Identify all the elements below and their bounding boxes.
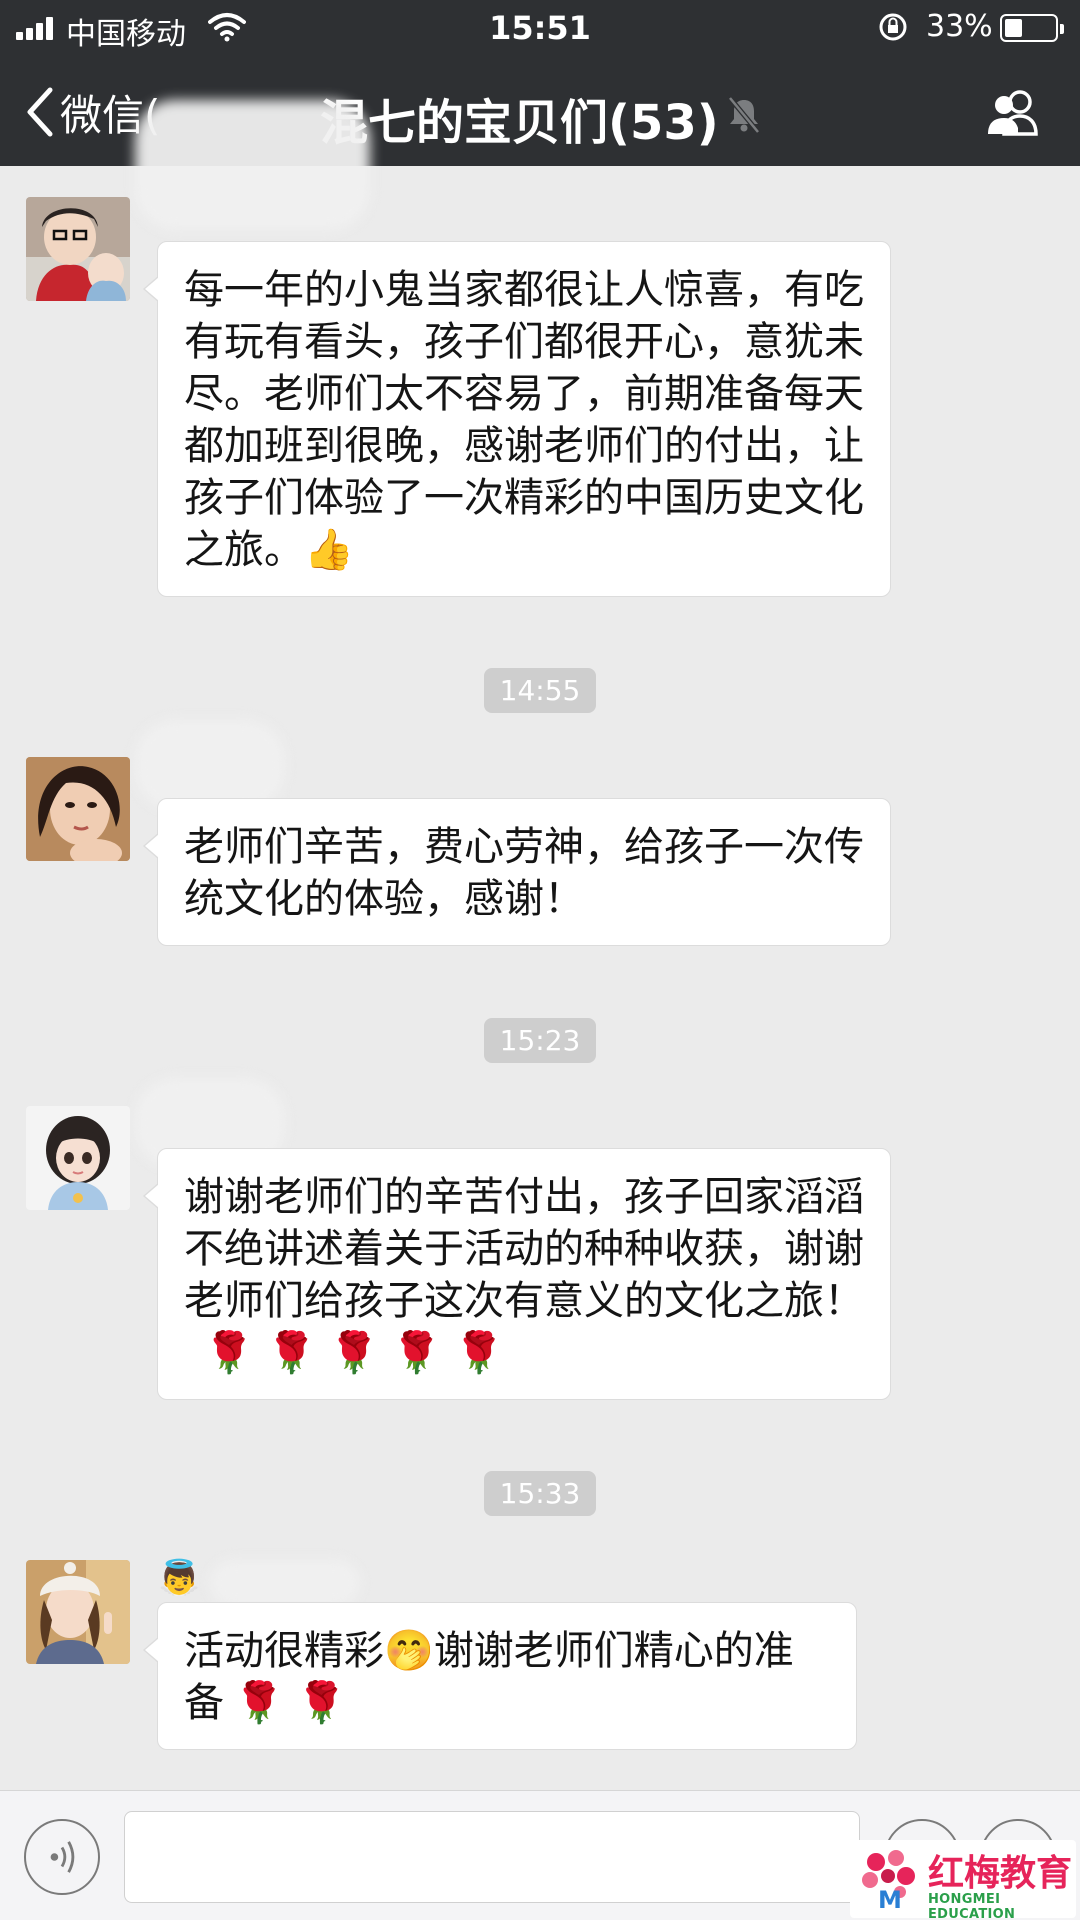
avatar-image — [26, 197, 130, 301]
rotation-lock-icon — [879, 13, 907, 41]
voice-icon — [50, 1841, 75, 1873]
status-bar: 中国移动 15:51 33% — [0, 0, 1080, 56]
timestamp-label: 14:55 — [483, 668, 597, 713]
blurred-name — [210, 1560, 360, 1606]
battery-percent: 33% — [926, 9, 993, 44]
avatar-image — [26, 1560, 130, 1664]
avatar-image — [26, 1106, 130, 1210]
svg-text:M: M — [878, 1886, 902, 1912]
message-input[interactable] — [124, 1811, 860, 1903]
message-text: 老师们辛苦，费心劳神，给孩子一次传统文化的体验，感谢！ — [184, 824, 864, 922]
thumbs-up-icon: 👍 — [304, 527, 354, 573]
message-bubble[interactable]: 活动很精彩🤭谢谢老师们精心的准备 🌹 🌹 — [143, 1602, 857, 1750]
chevron-left-icon — [27, 87, 53, 137]
avatar-image — [26, 757, 130, 861]
battery-icon — [1000, 14, 1064, 42]
brand-name-en: HONGMEI EDUCATION — [928, 1892, 1016, 1920]
avatar[interactable] — [26, 197, 130, 301]
blurred-name — [135, 720, 285, 810]
voice-input-button[interactable] — [24, 1819, 100, 1895]
message-text: 每一年的小鬼当家都很让人惊喜，有吃有玩有看头，孩子们都很开心，意犹未尽。老师们太… — [184, 267, 864, 573]
sender-badge-icon: 👼 — [158, 1558, 201, 1598]
message-text: 谢谢老师们的辛苦付出，孩子回家滔滔不绝讲述着关于活动的种种收获，谢谢老师们给孩子… — [184, 1174, 864, 1324]
blurred-name — [135, 100, 370, 230]
brand-name-cn: 红梅教育 — [928, 1852, 1073, 1894]
message-bubble[interactable]: 老师们辛苦，费心劳神，给孩子一次传统文化的体验，感谢！ — [143, 798, 891, 946]
avatar[interactable] — [26, 1560, 130, 1664]
timestamp: 14:55 — [0, 668, 1080, 713]
message-text: 活动很精彩 — [184, 1628, 384, 1674]
timestamp-label: 15:33 — [483, 1471, 597, 1516]
plum-blossom-logo: M — [862, 1850, 915, 1912]
group-members-icon[interactable] — [984, 88, 1044, 138]
message-bubble[interactable]: 每一年的小鬼当家都很让人惊喜，有吃有玩有看头，孩子们都很开心，意犹未尽。老师们太… — [143, 241, 891, 597]
giggle-face-icon: 🤭 — [384, 1628, 434, 1674]
mute-icon — [728, 96, 760, 134]
avatar[interactable] — [26, 1106, 130, 1210]
timestamp: 15:33 — [0, 1471, 1080, 1516]
avatar[interactable] — [26, 757, 130, 861]
message-bubble[interactable]: 谢谢老师们的辛苦付出，孩子回家滔滔不绝讲述着关于活动的种种收获，谢谢老师们给孩子… — [143, 1148, 891, 1400]
status-time: 15:51 — [489, 9, 591, 47]
chat-title: 混七的宝贝们(53) — [320, 95, 719, 151]
brand-watermark: M 红梅教育 HONGMEI EDUCATION — [850, 1840, 1076, 1920]
timestamp-label: 15:23 — [483, 1018, 597, 1063]
rose-icons: 🌹 🌹 🌹 🌹 🌹 — [204, 1330, 504, 1376]
rose-icons: 🌹 🌹 — [234, 1680, 347, 1726]
timestamp: 15:23 — [0, 1018, 1080, 1063]
